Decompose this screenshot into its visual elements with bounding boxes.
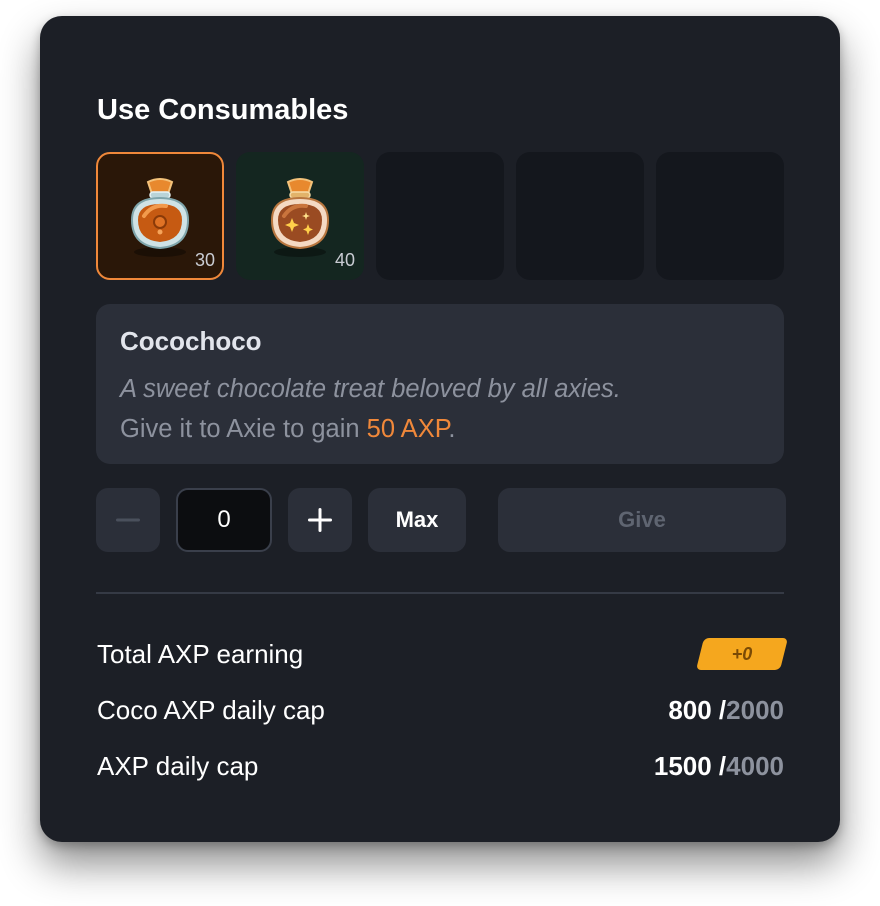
consumable-slot-cocochoco[interactable]: 30 bbox=[96, 152, 224, 280]
axp-earning-value: +0 bbox=[731, 643, 753, 664]
coco-cap-label: Coco AXP daily cap bbox=[97, 694, 325, 725]
axp-cap-current: 1500 / bbox=[653, 750, 727, 781]
coco-cap-max: 2000 bbox=[726, 694, 784, 725]
axp-cap-value: 1500 /4000 bbox=[654, 751, 784, 782]
effect-suffix: . bbox=[448, 415, 456, 443]
axp-cap-label: AXP daily cap bbox=[97, 750, 259, 781]
total-axp-row: Total AXP earning +0 bbox=[97, 634, 788, 674]
divider bbox=[96, 592, 784, 594]
consumable-slot-sparkle-bag[interactable]: 40 bbox=[236, 152, 364, 280]
minus-icon bbox=[116, 518, 140, 522]
axp-earning-badge: +0 bbox=[696, 638, 788, 670]
axp-amount: 50 AXP bbox=[366, 415, 449, 443]
effect-prefix: Give it to Axie to gain bbox=[120, 415, 367, 443]
item-description-card: Cocochoco A sweet chocolate treat belove… bbox=[96, 304, 784, 464]
plus-icon bbox=[308, 508, 332, 532]
dialog-title: Use Consumables bbox=[97, 94, 349, 126]
axp-cap-row: AXP daily cap 1500 /4000 bbox=[97, 746, 784, 786]
cocochoco-bag-icon bbox=[130, 178, 190, 257]
max-button[interactable]: Max bbox=[368, 488, 466, 552]
give-button[interactable]: Give bbox=[498, 488, 786, 552]
slot-count: 40 bbox=[334, 250, 355, 270]
empty-consumable-slot bbox=[516, 152, 644, 280]
item-flavor-text: A sweet chocolate treat beloved by all a… bbox=[120, 375, 621, 403]
item-name: Cocochoco bbox=[120, 326, 262, 356]
quantity-input[interactable] bbox=[176, 488, 272, 552]
coco-cap-value: 800 /2000 bbox=[668, 695, 784, 726]
consumable-slots: 30 40 bbox=[96, 152, 784, 280]
item-effect-text: Give it to Axie to gain 50 AXP. bbox=[120, 409, 760, 449]
use-consumables-dialog: Use Consumables 30 40 Cocochoco A sweet … bbox=[40, 16, 840, 842]
axp-cap-max: 4000 bbox=[726, 750, 784, 781]
empty-consumable-slot bbox=[656, 152, 784, 280]
sparkle-bag-icon bbox=[270, 178, 330, 257]
coco-cap-row: Coco AXP daily cap 800 /2000 bbox=[97, 690, 784, 730]
decrement-button[interactable] bbox=[96, 488, 160, 552]
total-axp-label: Total AXP earning bbox=[97, 638, 304, 669]
slot-count: 30 bbox=[194, 250, 215, 270]
coco-cap-current: 800 / bbox=[668, 694, 727, 725]
increment-button[interactable] bbox=[288, 488, 352, 552]
quantity-controls: Max Give bbox=[96, 488, 786, 552]
empty-consumable-slot bbox=[376, 152, 504, 280]
